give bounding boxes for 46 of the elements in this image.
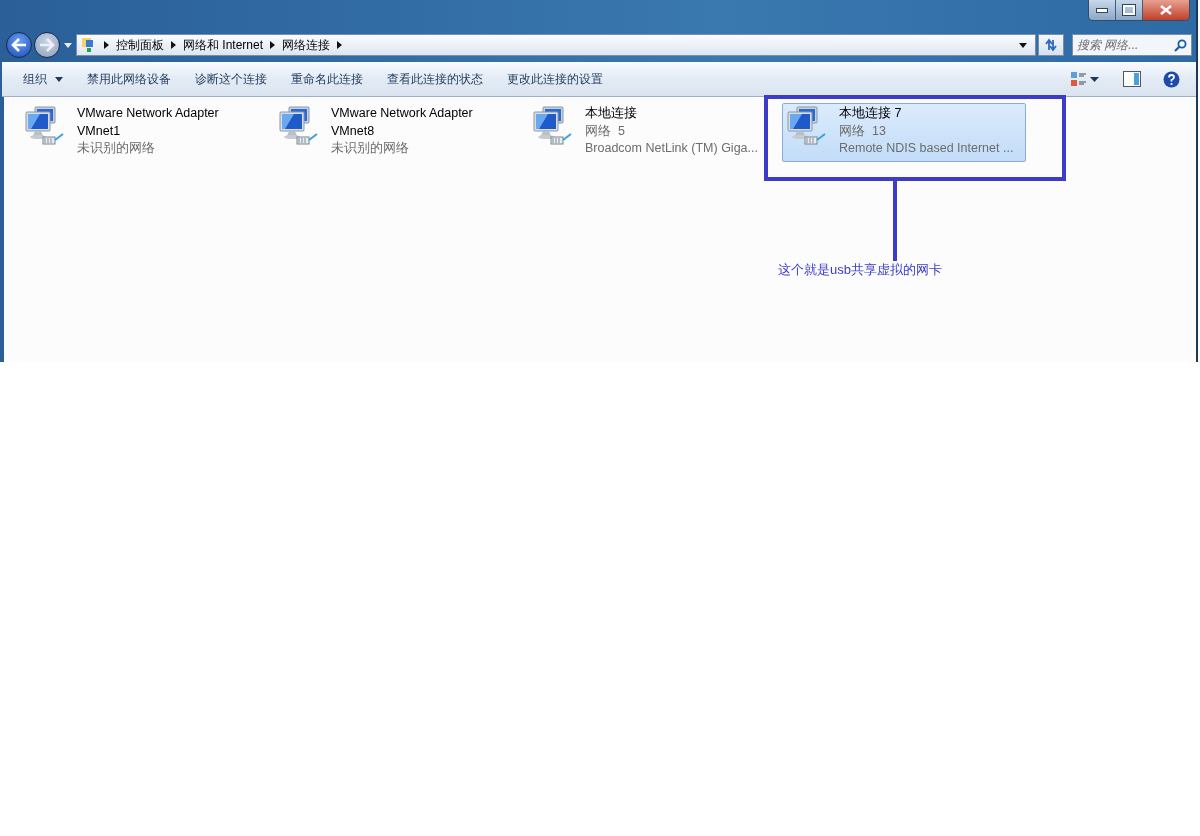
breadcrumb-arrow-icon[interactable] [337, 41, 343, 49]
refresh-icon [1044, 38, 1058, 52]
connection-name: 本地连接 7 [839, 105, 903, 122]
network-connection-item[interactable]: VMware Network Adapter VMnet1 未识别的网络 [20, 103, 264, 162]
address-bar[interactable]: 控制面板 网络和 Internet 网络连接 [76, 34, 1036, 56]
toolbar-button[interactable]: 组织 [12, 66, 74, 92]
breadcrumb-item[interactable]: 网络连接 [282, 36, 331, 54]
close-button[interactable] [1143, 0, 1189, 20]
network-connection-item[interactable]: VMware Network Adapter VMnet8 未识别的网络 [274, 103, 518, 162]
network-status: 未识别的网络 [77, 140, 156, 157]
breadcrumb-item[interactable]: 控制面板 [116, 36, 164, 54]
forward-button[interactable] [34, 32, 60, 58]
toolbar-button[interactable]: 诊断这个连接 [184, 66, 278, 92]
dropdown-arrow-icon[interactable] [1090, 76, 1099, 82]
dropdown-arrow-icon[interactable] [1019, 42, 1027, 48]
breadcrumb-arrow-icon[interactable] [171, 41, 176, 49]
toolbar-button[interactable]: 查看此连接的状态 [376, 66, 494, 92]
device-name: Broadcom NetLink (TM) Giga... [585, 140, 759, 157]
connection-name: VMware Network Adapter VMnet1 [77, 105, 220, 140]
breadcrumb-arrow-icon[interactable] [270, 41, 276, 49]
search-icon [1174, 39, 1187, 52]
maximize-button[interactable] [1116, 0, 1143, 20]
toolbar-button[interactable]: 更改此连接的设置 [496, 66, 614, 92]
search-field[interactable]: 搜索 网络... [1072, 34, 1192, 56]
preview-pane-icon[interactable] [1123, 71, 1141, 87]
connection-name: VMware Network Adapter VMnet8 [331, 105, 474, 140]
network-connection-item[interactable]: 本地连接 网络 5 Broadcom NetLink (TM) Giga... [528, 103, 772, 162]
network-status: 未识别的网络 [331, 140, 410, 157]
device-name: Remote NDIS based Internet ... [839, 140, 1015, 157]
breadcrumb-arrow-icon[interactable] [104, 41, 109, 49]
toolbar-button[interactable]: 重命名此连接 [280, 66, 374, 92]
minimize-button[interactable] [1089, 0, 1116, 20]
history-dropdown-icon[interactable] [64, 42, 72, 48]
breadcrumb-item[interactable]: 网络和 Internet [183, 36, 264, 54]
right-arrow-icon [39, 38, 55, 52]
back-button[interactable] [6, 32, 32, 58]
toolbar-button[interactable]: 禁用此网络设备 [76, 66, 182, 92]
help-icon[interactable] [1163, 70, 1180, 88]
network-connection-item[interactable]: 本地连接 7 网络 13 Remote NDIS based Internet ... [782, 103, 1026, 162]
annotation-text: 这个就是usb共享虚拟的网卡 [778, 261, 942, 279]
close-icon [1160, 5, 1172, 15]
network-status: 网络 5 [585, 122, 626, 140]
network-status: 网络 13 [839, 122, 887, 140]
left-arrow-icon [11, 38, 27, 52]
refresh-button[interactable] [1038, 34, 1064, 56]
connection-name: 本地连接 [585, 105, 638, 122]
